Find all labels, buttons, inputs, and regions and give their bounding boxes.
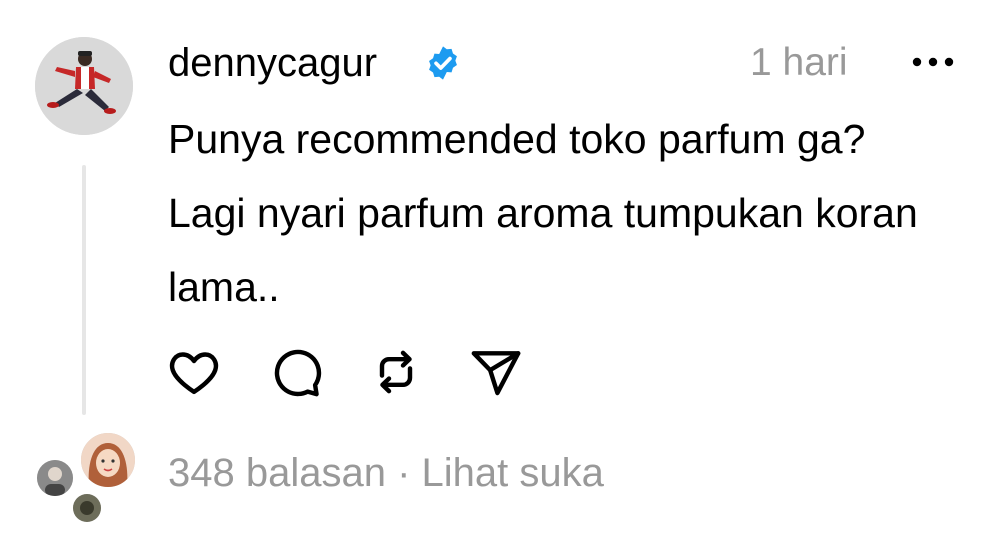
comment-button[interactable] bbox=[268, 344, 324, 400]
replies-count-link[interactable]: 348 balasan bbox=[168, 451, 386, 495]
repost-icon bbox=[379, 350, 413, 394]
replier-avatar bbox=[70, 491, 104, 525]
verified-badge-icon bbox=[424, 44, 462, 82]
post-text: Punya recommended toko parfum ga? Lagi n… bbox=[168, 116, 918, 310]
share-button[interactable] bbox=[468, 344, 524, 400]
post-timestamp: 1 hari bbox=[750, 41, 848, 84]
comment-bubble-icon bbox=[274, 349, 322, 397]
avatar-photo bbox=[35, 37, 133, 135]
thread-line bbox=[82, 165, 86, 415]
replier-avatar bbox=[78, 430, 138, 490]
more-options-icon[interactable] bbox=[905, 44, 961, 80]
replier-avatar bbox=[34, 457, 76, 499]
view-likes-link[interactable]: Lihat suka bbox=[422, 451, 604, 495]
repost-button[interactable] bbox=[368, 344, 424, 400]
like-button[interactable] bbox=[166, 344, 222, 400]
author-avatar[interactable] bbox=[35, 37, 133, 135]
heart-icon bbox=[169, 352, 219, 395]
post-footer: 348 balasan · Lihat suka bbox=[168, 448, 604, 498]
username[interactable]: dennycagur bbox=[168, 38, 377, 88]
send-icon bbox=[471, 351, 521, 396]
separator: · bbox=[397, 451, 411, 495]
